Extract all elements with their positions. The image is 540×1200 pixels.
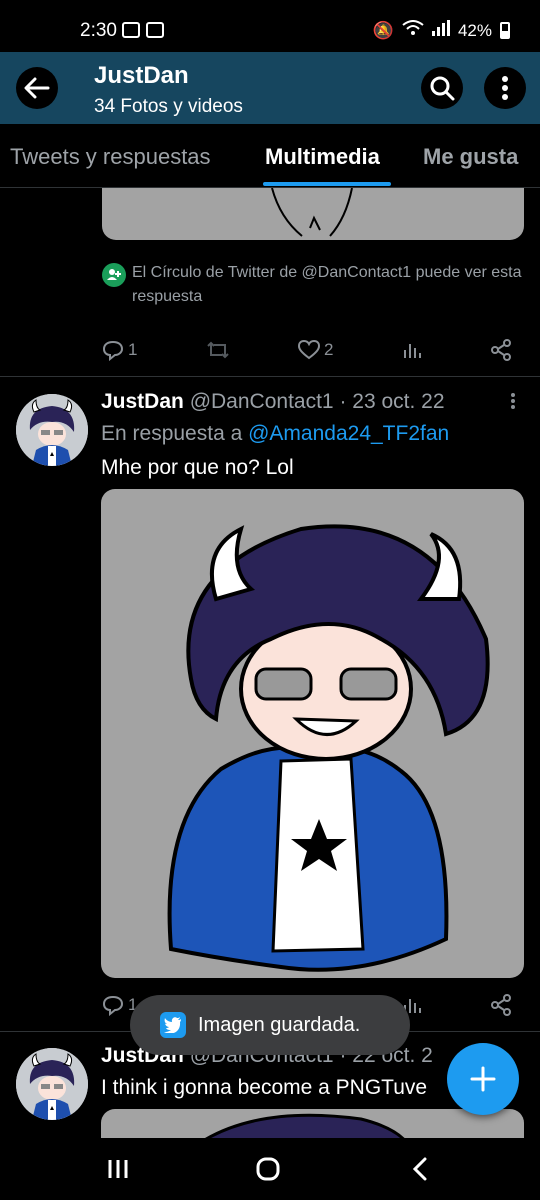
avatar[interactable]	[16, 394, 88, 466]
share-icon	[491, 339, 511, 361]
tweet-text: Mhe por que no? Lol	[101, 456, 294, 479]
battery-percent: 42%	[457, 20, 492, 40]
chevron-left-icon	[412, 1157, 427, 1181]
status-time: 2:30	[80, 20, 117, 41]
system-nav-bar	[0, 1138, 540, 1200]
home-button[interactable]	[248, 1152, 288, 1186]
tab-indicator	[263, 182, 391, 186]
plus-icon	[470, 1066, 496, 1092]
tweet-header: JustDan @DanContact1 · 23 oct. 22	[101, 390, 445, 414]
back-button[interactable]	[16, 67, 58, 109]
more-options-button[interactable]	[484, 67, 526, 109]
views-button[interactable]	[402, 340, 422, 360]
tab-media[interactable]: Multimedia	[265, 144, 380, 170]
reply-icon	[102, 995, 124, 1016]
tweet-date: 23 oct. 22	[352, 390, 445, 413]
twitter-circle-icon	[102, 263, 126, 287]
search-button[interactable]	[421, 67, 463, 109]
tweet-media-image[interactable]	[102, 188, 524, 240]
signal-icon	[431, 20, 450, 41]
profile-tabs: Tweets y respuestas Multimedia Me gusta	[0, 124, 540, 188]
tweet-separator: ·	[339, 390, 347, 413]
like-button[interactable]: 2	[298, 340, 333, 360]
recents-button[interactable]	[98, 1152, 138, 1186]
more-vertical-icon	[511, 393, 515, 409]
reply-button[interactable]: 1	[102, 339, 137, 361]
search-icon	[430, 76, 455, 101]
reply-context: En respuesta a @Amanda24_TF2fan	[101, 422, 449, 446]
tweet-media-image[interactable]	[101, 1109, 524, 1138]
tweet-divider	[0, 376, 540, 377]
tweet-actions: 1 2	[102, 335, 512, 365]
tab-likes[interactable]: Me gusta	[423, 144, 518, 170]
wifi-icon	[402, 20, 424, 41]
twitter-circle-note: El Círculo de Twitter de @DanContact1 pu…	[102, 261, 522, 309]
like-count: 2	[324, 340, 334, 359]
profile-name: JustDan	[94, 62, 189, 89]
compose-tweet-button[interactable]	[447, 1043, 519, 1115]
reply-count: 1	[128, 340, 138, 359]
tweet-media-image[interactable]	[101, 489, 524, 978]
recents-icon	[108, 1160, 128, 1178]
reply-mention-link[interactable]: @Amanda24_TF2fan	[248, 422, 449, 445]
tweet-more-button[interactable]	[507, 391, 519, 411]
system-back-button[interactable]	[400, 1152, 440, 1186]
heart-icon	[298, 340, 320, 360]
reply-icon	[102, 340, 124, 361]
tab-tweets-replies[interactable]: Tweets y respuestas	[10, 144, 211, 170]
share-button[interactable]	[490, 339, 512, 361]
gallery-icon	[122, 22, 140, 38]
retweet-icon	[207, 341, 229, 359]
media-count: 34 Fotos y videos	[94, 96, 243, 117]
toast-text: Imagen guardada.	[198, 1013, 361, 1036]
home-icon	[256, 1157, 280, 1181]
tweet-text: I think i gonna become a PNGTuve	[101, 1076, 428, 1099]
app-notification-icon	[146, 22, 164, 38]
battery-icon	[500, 22, 510, 39]
twitter-circle-text: El Círculo de Twitter de @DanContact1 pu…	[132, 264, 522, 305]
profile-header: JustDan 34 Fotos y videos	[0, 52, 540, 124]
analytics-icon	[403, 344, 421, 358]
more-vertical-icon	[502, 76, 508, 100]
avatar[interactable]	[16, 1048, 88, 1120]
mute-icon: 🔕	[372, 20, 394, 40]
status-bar: 2:30 🔕 42%	[0, 0, 540, 52]
arrow-left-icon	[24, 77, 50, 99]
saved-toast: Imagen guardada.	[130, 995, 410, 1055]
tweet-author-name[interactable]: JustDan	[101, 390, 184, 413]
share-icon	[491, 994, 511, 1016]
twitter-bird-icon	[160, 1012, 186, 1038]
reply-prefix: En respuesta a	[101, 422, 243, 445]
tweet-author-handle[interactable]: @DanContact1	[190, 390, 334, 413]
share-button[interactable]	[490, 994, 512, 1016]
retweet-button[interactable]	[206, 339, 230, 361]
